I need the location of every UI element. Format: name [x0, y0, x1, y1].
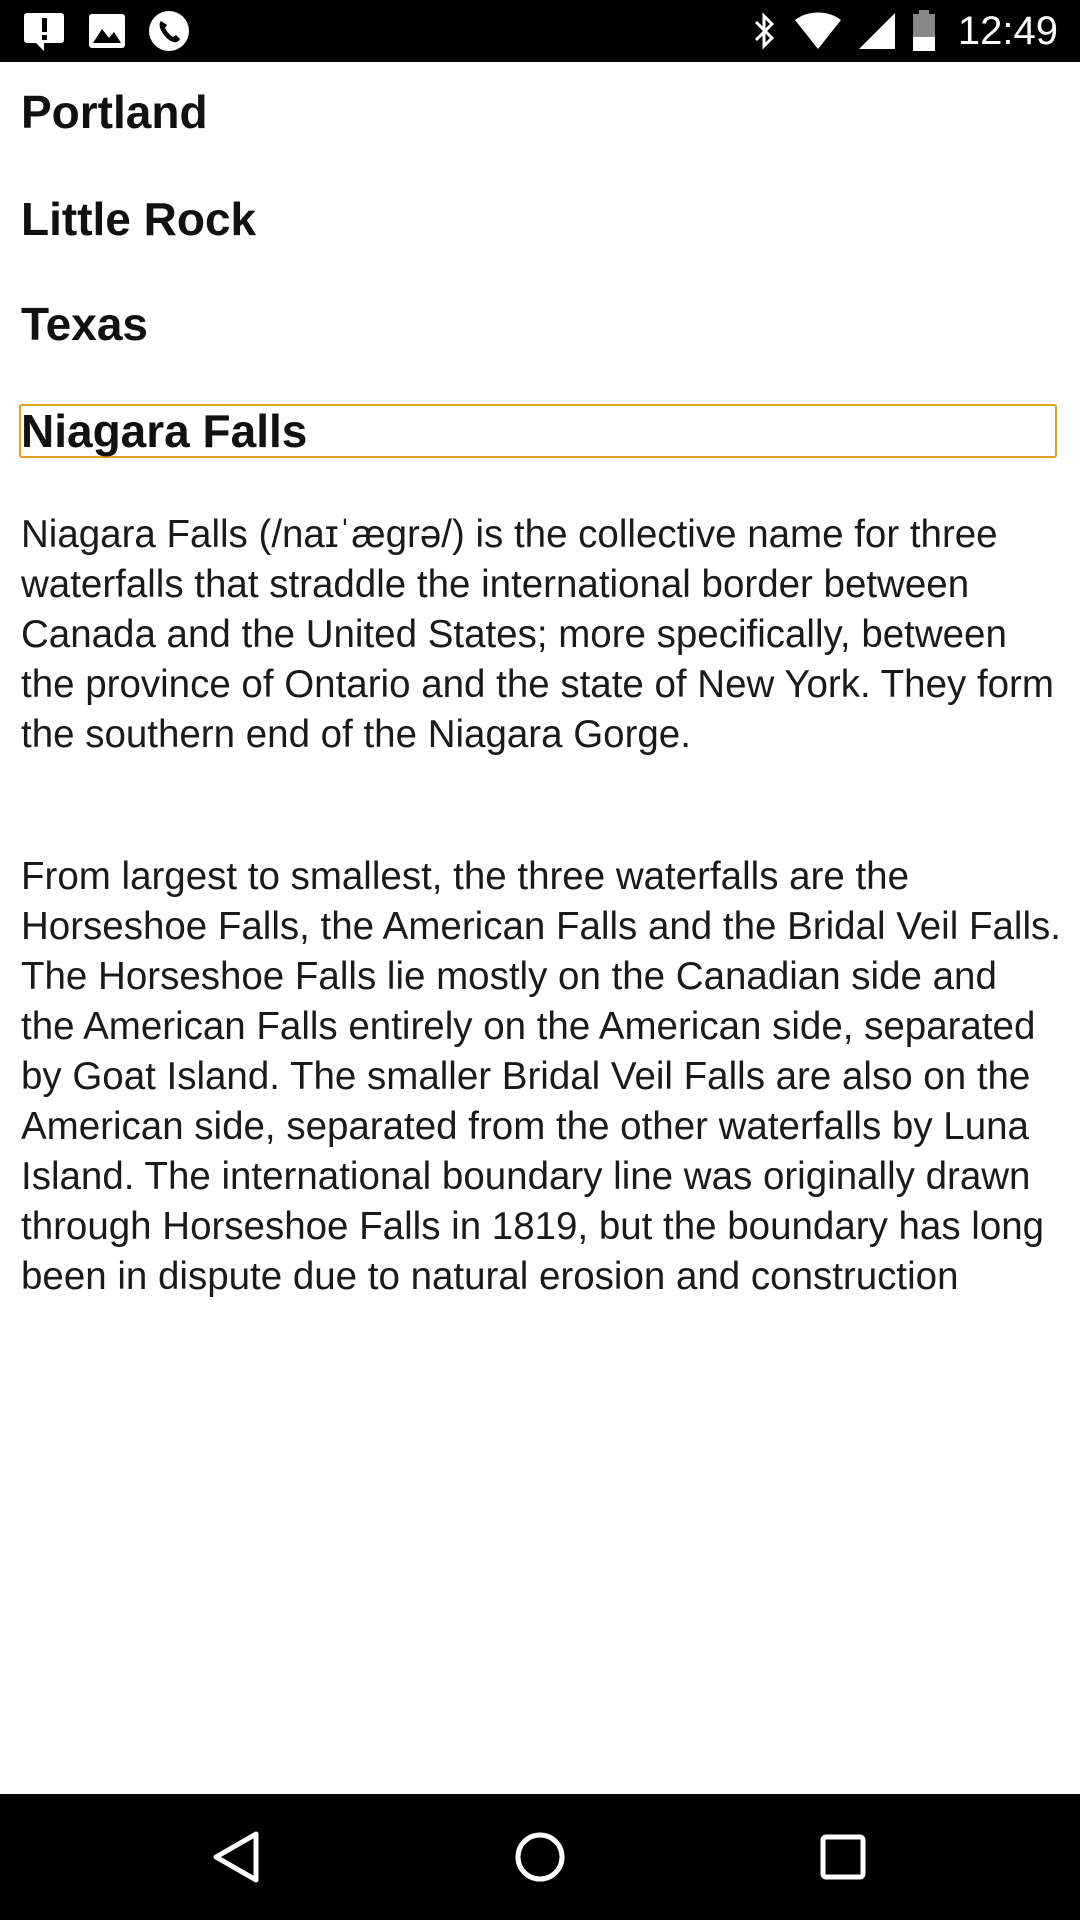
- home-button[interactable]: [470, 1794, 610, 1920]
- heading-portland[interactable]: Portland: [21, 84, 208, 140]
- paragraph-intro: Niagara Falls (/naɪˈægrə/) is the collec…: [21, 513, 1054, 756]
- heading-niagara-falls-focused[interactable]: Niagara Falls: [19, 404, 1057, 458]
- phone-call-icon: [148, 10, 190, 52]
- alert-notification-icon: [22, 11, 66, 51]
- status-time: 12:49: [957, 9, 1058, 53]
- heading-little-rock[interactable]: Little Rock: [21, 191, 256, 247]
- home-icon: [514, 1831, 566, 1883]
- status-bar: 12:49: [0, 0, 1080, 62]
- recent-apps-icon: [819, 1833, 867, 1881]
- cell-signal-icon: [858, 12, 896, 50]
- wifi-icon: [794, 12, 842, 50]
- heading-texas[interactable]: Texas: [21, 296, 148, 352]
- navigation-bar: [0, 1794, 1080, 1920]
- recent-apps-button[interactable]: [773, 1794, 913, 1920]
- back-button[interactable]: [166, 1794, 306, 1920]
- bluetooth-icon: [752, 11, 778, 51]
- back-icon: [212, 1831, 260, 1883]
- battery-icon: [912, 10, 936, 52]
- notification-icons: [22, 0, 190, 62]
- image-notification-icon: [88, 13, 126, 49]
- system-status: 12:49: [752, 0, 1058, 62]
- paragraph-details: From largest to smallest, the three wate…: [21, 855, 1061, 1298]
